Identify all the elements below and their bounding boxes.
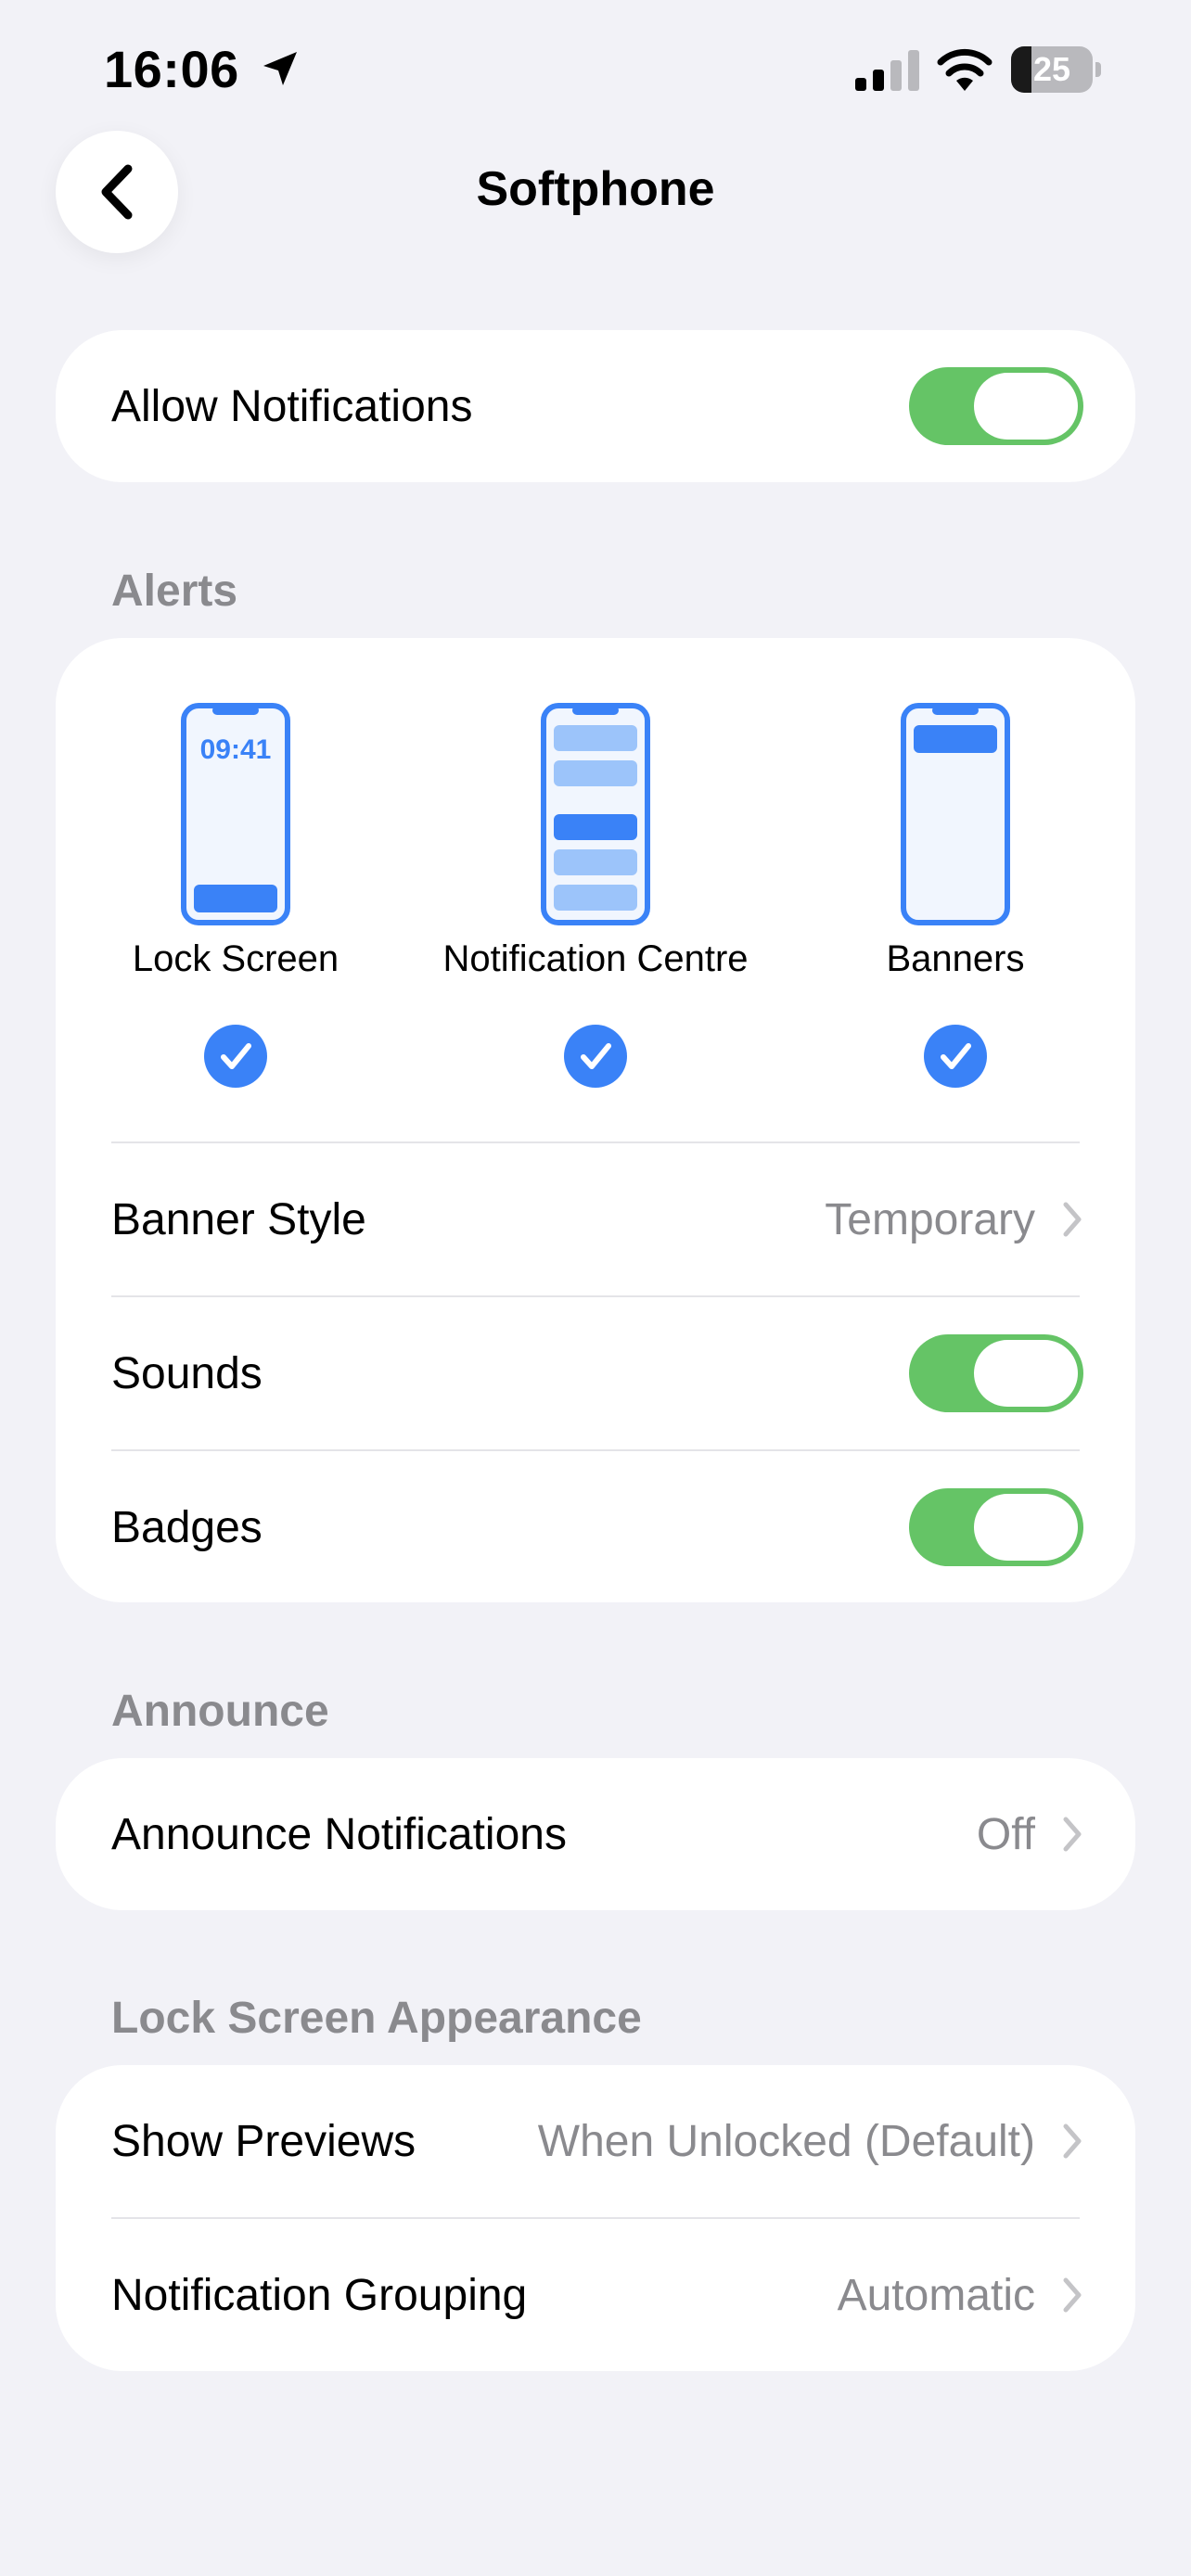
announce-header: Announce [111,1687,329,1736]
notification-grouping-label: Notification Grouping [111,2270,528,2320]
checkmark-icon [564,1025,627,1088]
alert-label-notification-centre: Notification Centre [442,938,749,979]
lock-screen-appearance-card: Show Previews When Unlocked (Default) No… [56,2065,1135,2371]
banners-phone-icon [901,703,1010,925]
alert-label-banners: Banners [886,938,1025,979]
announce-card: Announce Notifications Off [56,1758,1135,1910]
chevron-right-icon [1063,1202,1082,1237]
banner-style-label: Banner Style [111,1194,366,1244]
chevron-right-icon [1063,1817,1082,1852]
badges-row: Badges [111,1451,1083,1603]
cellular-signal-icon [855,50,919,91]
badges-label: Badges [111,1502,263,1552]
page-title: Softphone [476,162,715,216]
alerts-card: 09:41 Lock Screen Notification Centre Ba… [56,638,1135,1602]
location-arrow-icon [263,52,297,85]
sounds-toggle[interactable] [909,1334,1083,1412]
checkmark-icon [924,1025,987,1088]
badges-toggle[interactable] [909,1488,1083,1566]
lock-screen-appearance-header: Lock Screen Appearance [111,1994,642,2043]
show-previews-label: Show Previews [111,2116,416,2166]
checkmark-icon [204,1025,267,1088]
announce-notifications-value: Off [976,1809,1035,1859]
allow-notifications-label: Allow Notifications [111,381,473,431]
allow-notifications-toggle[interactable] [909,367,1083,445]
banner-style-row[interactable]: Banner Style Temporary [111,1143,1083,1295]
banner-style-value: Temporary [825,1194,1035,1244]
alert-option-banners[interactable]: Banners [779,703,1132,1088]
show-previews-row[interactable]: Show Previews When Unlocked (Default) [111,2065,1083,2217]
sounds-label: Sounds [111,1348,263,1398]
battery-percent: 25 [1032,50,1071,88]
battery-icon: 25 [1011,46,1104,93]
allow-notifications-row: Allow Notifications [111,330,1083,482]
announce-notifications-label: Announce Notifications [111,1809,567,1859]
chevron-right-icon [1063,2123,1082,2159]
alert-option-lock-screen[interactable]: 09:41 Lock Screen [59,703,412,1088]
announce-notifications-row[interactable]: Announce Notifications Off [111,1758,1083,1910]
notification-grouping-value: Automatic [837,2270,1035,2320]
show-previews-value: When Unlocked (Default) [537,2116,1035,2166]
status-bar: 16:06 25 [0,0,1191,139]
sounds-row: Sounds [111,1297,1083,1449]
wifi-icon [937,48,992,91]
lock-screen-preview-time: 09:41 [200,734,272,765]
allow-notifications-card: Allow Notifications [56,330,1135,482]
chevron-right-icon [1063,2277,1082,2313]
notification-centre-phone-icon [541,703,650,925]
alerts-header: Alerts [111,567,238,616]
lock-screen-phone-icon: 09:41 [181,703,290,925]
notification-grouping-row[interactable]: Notification Grouping Automatic [111,2219,1083,2371]
alert-option-notification-centre[interactable]: Notification Centre [419,703,772,1088]
alert-label-lock-screen: Lock Screen [132,938,339,979]
status-time: 16:06 [104,40,239,98]
